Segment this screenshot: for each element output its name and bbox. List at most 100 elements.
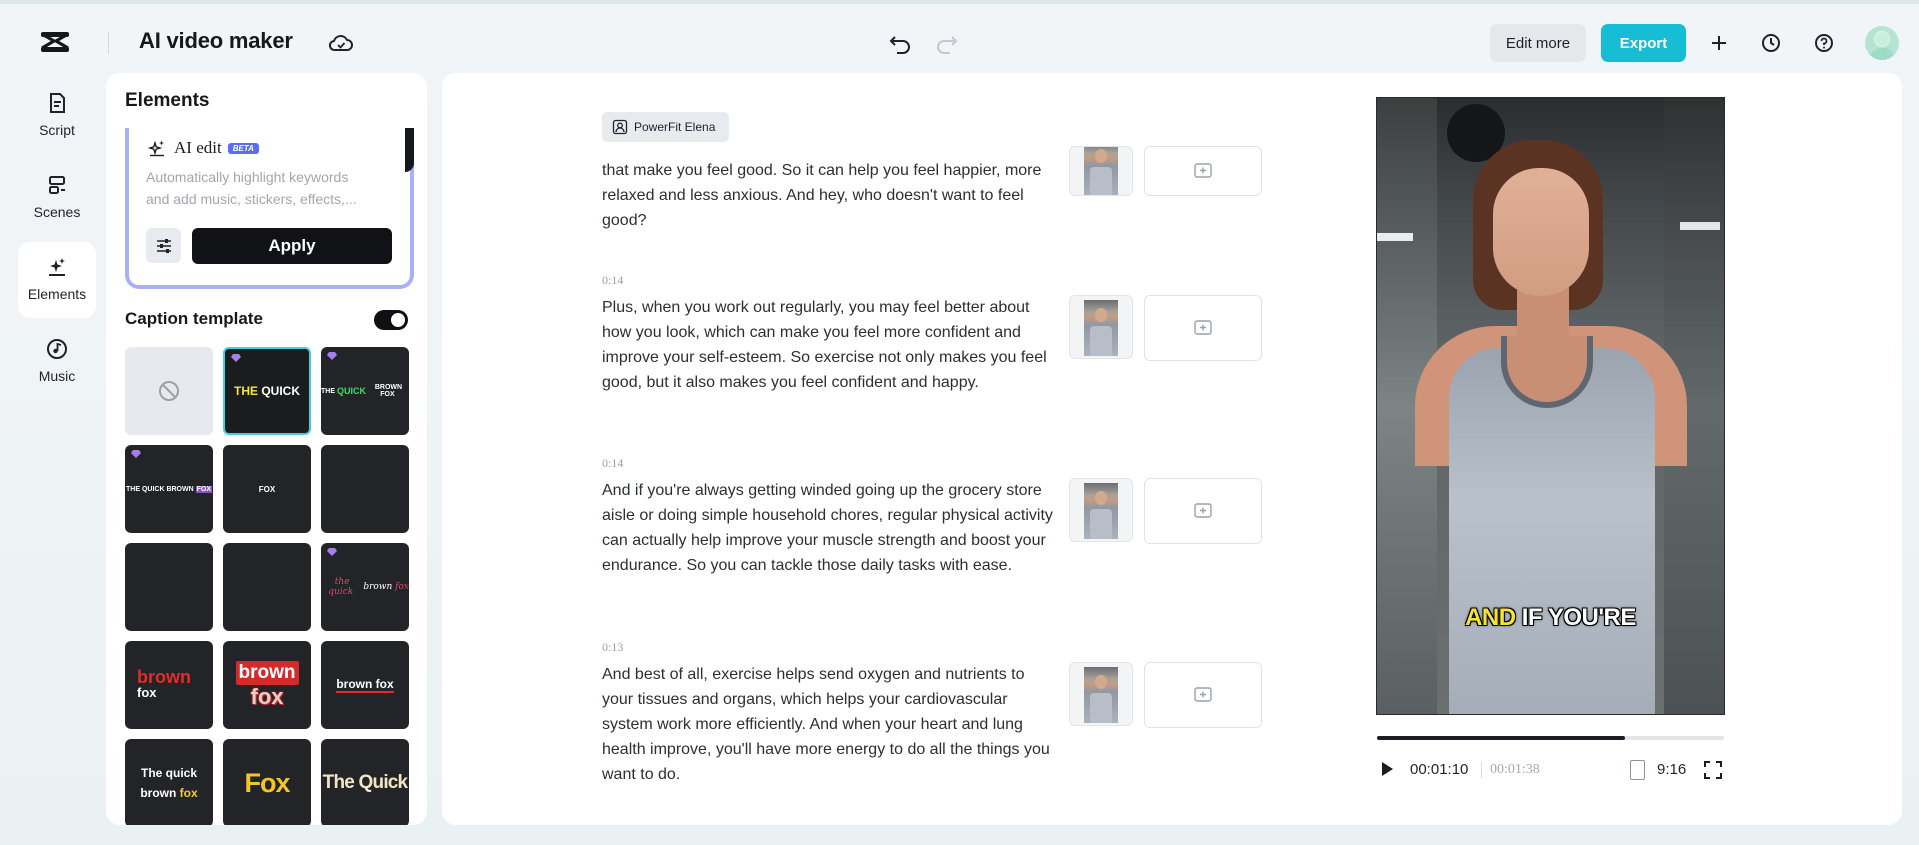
script-segment-text[interactable]: And if you're always getting winded goin… [602,478,1054,578]
caption-template-tile[interactable]: The Quick [321,739,409,825]
sidebar-item-label: Scenes [33,204,81,220]
avatar[interactable] [1865,26,1899,60]
segment-thumbnail[interactable] [1069,146,1133,196]
caption-template-preview: Fox [244,767,290,798]
scenes-icon [49,176,65,194]
fullscreen-icon[interactable] [1703,760,1723,780]
card-edge [405,128,414,172]
caption-template-none[interactable] [125,347,213,435]
sidebar-item-script[interactable]: Script [18,78,96,154]
segment-duration: 0:14 [602,273,624,287]
export-button[interactable]: Export [1601,24,1686,62]
ai-edit-desc-line: Automatically highlight keywords [146,169,349,185]
redo-icon[interactable] [934,30,960,56]
segment-thumbnail[interactable] [1069,662,1133,726]
avatar-frame-icon [612,119,628,135]
aspect-ratio-label[interactable]: 9:16 [1657,761,1686,778]
caption-template-tile[interactable]: brown fox [125,641,213,729]
script-segment-text[interactable]: And best of all, exercise helps send oxy… [602,662,1054,787]
segment-thumbnail[interactable] [1069,295,1133,359]
history-icon[interactable] [1758,30,1784,56]
add-media-button[interactable] [1144,146,1262,196]
edit-more-button[interactable]: Edit more [1490,24,1586,62]
caption-template-preview: The Quick [322,772,408,793]
preview-person-face [1493,168,1589,296]
caption-template-preview: the quick brown fox [328,577,409,597]
caption-template-preview: FOX [258,484,276,494]
caption-template-tile[interactable]: brown fox [321,641,409,729]
caption-template-tile[interactable]: FOX [223,445,311,533]
sidebar-item-label: Music [38,368,76,384]
beta-badge: BETA [227,142,259,154]
help-icon[interactable] [1811,30,1837,56]
segment-duration: 0:14 [602,456,624,470]
playback-progress-bar[interactable] [1377,736,1724,740]
ai-edit-title: AI edit [174,138,222,157]
caption-template-tile[interactable] [321,445,409,533]
playback-progress-fill [1377,736,1625,740]
caption-template-tile[interactable]: The quick brown fox [125,739,213,825]
time-separator [1481,762,1482,778]
total-time: 00:01:38 [1490,762,1540,777]
caption-template-tile[interactable]: THE QUICK BROWN FOX [321,347,409,435]
caption-highlight-word: AND [1465,604,1516,631]
caption-template-tile[interactable] [223,543,311,631]
caption-template-toggle[interactable] [374,310,408,330]
add-media-icon [1194,163,1212,178]
elements-icon [49,258,65,276]
add-media-icon [1194,503,1212,518]
caption-rest: IF YOU'RE [1515,604,1637,631]
current-time: 00:01:10 [1410,761,1469,778]
add-media-button[interactable] [1144,295,1262,361]
capcut-logo-icon[interactable] [38,28,72,58]
plus-icon[interactable] [1706,30,1732,56]
script-icon [50,93,65,113]
caption-template-tile[interactable]: Fox [223,739,311,825]
preview-light [1377,233,1413,241]
speaker-name: PowerFit Elena [634,120,716,134]
sidebar: Script Scenes Elements Music [18,78,96,406]
add-media-button[interactable] [1144,662,1262,728]
panel-title: Elements [125,90,210,111]
script-segment-text[interactable]: that make you feel good. So it can help … [602,158,1054,233]
sidebar-item-scenes[interactable]: Scenes [18,160,96,236]
caption-template-tile[interactable]: THE QUICK BROWN FOX [125,445,213,533]
caption-template-tile[interactable]: THE QUICK [223,347,311,435]
top-bar: AI video maker Edit more Export [0,0,1919,78]
caption-template-tile[interactable]: brown fox [223,641,311,729]
speaker-chip[interactable]: PowerFit Elena [602,112,730,142]
play-icon[interactable] [1378,760,1396,778]
sidebar-item-elements[interactable]: Elements [18,242,96,318]
sidebar-item-label: Script [39,122,75,138]
ai-edit-header: AI edit BETA [148,138,259,158]
add-media-button[interactable] [1144,478,1262,544]
aspect-ratio-icon[interactable] [1630,760,1645,780]
ai-edit-settings-button[interactable] [146,228,181,263]
caption-template-preview: brown fox [336,677,394,693]
add-media-icon [1194,687,1212,702]
caption-template-tile[interactable]: the quick brown fox [321,543,409,631]
caption-template-preview: THE QUICK [234,384,300,398]
music-icon [47,339,67,359]
add-media-icon [1194,320,1212,335]
segment-thumbnail[interactable] [1069,478,1133,542]
script-segment-text[interactable]: Plus, when you work out regularly, you m… [602,295,1054,395]
caption-template-title: Caption template [125,309,263,328]
video-caption: AND IF YOU'RE [1377,604,1724,632]
video-preview[interactable]: AND IF YOU'RE [1376,97,1725,715]
caption-template-preview: The quick brown fox [140,766,198,800]
sidebar-item-music[interactable]: Music [18,324,96,400]
segment-duration: 0:13 [602,640,624,654]
cloud-sync-icon[interactable] [327,30,355,56]
caption-template-preview: THE QUICK BROWN FOX [321,384,403,398]
ai-edit-description: Automatically highlight keywords and add… [146,166,386,210]
caption-template-preview: brown fox [137,667,191,700]
apply-button[interactable]: Apply [192,228,392,264]
app-title: AI video maker [139,28,293,53]
elements-panel: Elements AI edit BETA Automatically high… [106,73,427,825]
header-divider [108,32,109,54]
no-caption-icon [125,347,213,435]
undo-icon[interactable] [887,30,913,56]
caption-template-preview: brown fox [223,641,311,729]
caption-template-tile[interactable] [125,543,213,631]
